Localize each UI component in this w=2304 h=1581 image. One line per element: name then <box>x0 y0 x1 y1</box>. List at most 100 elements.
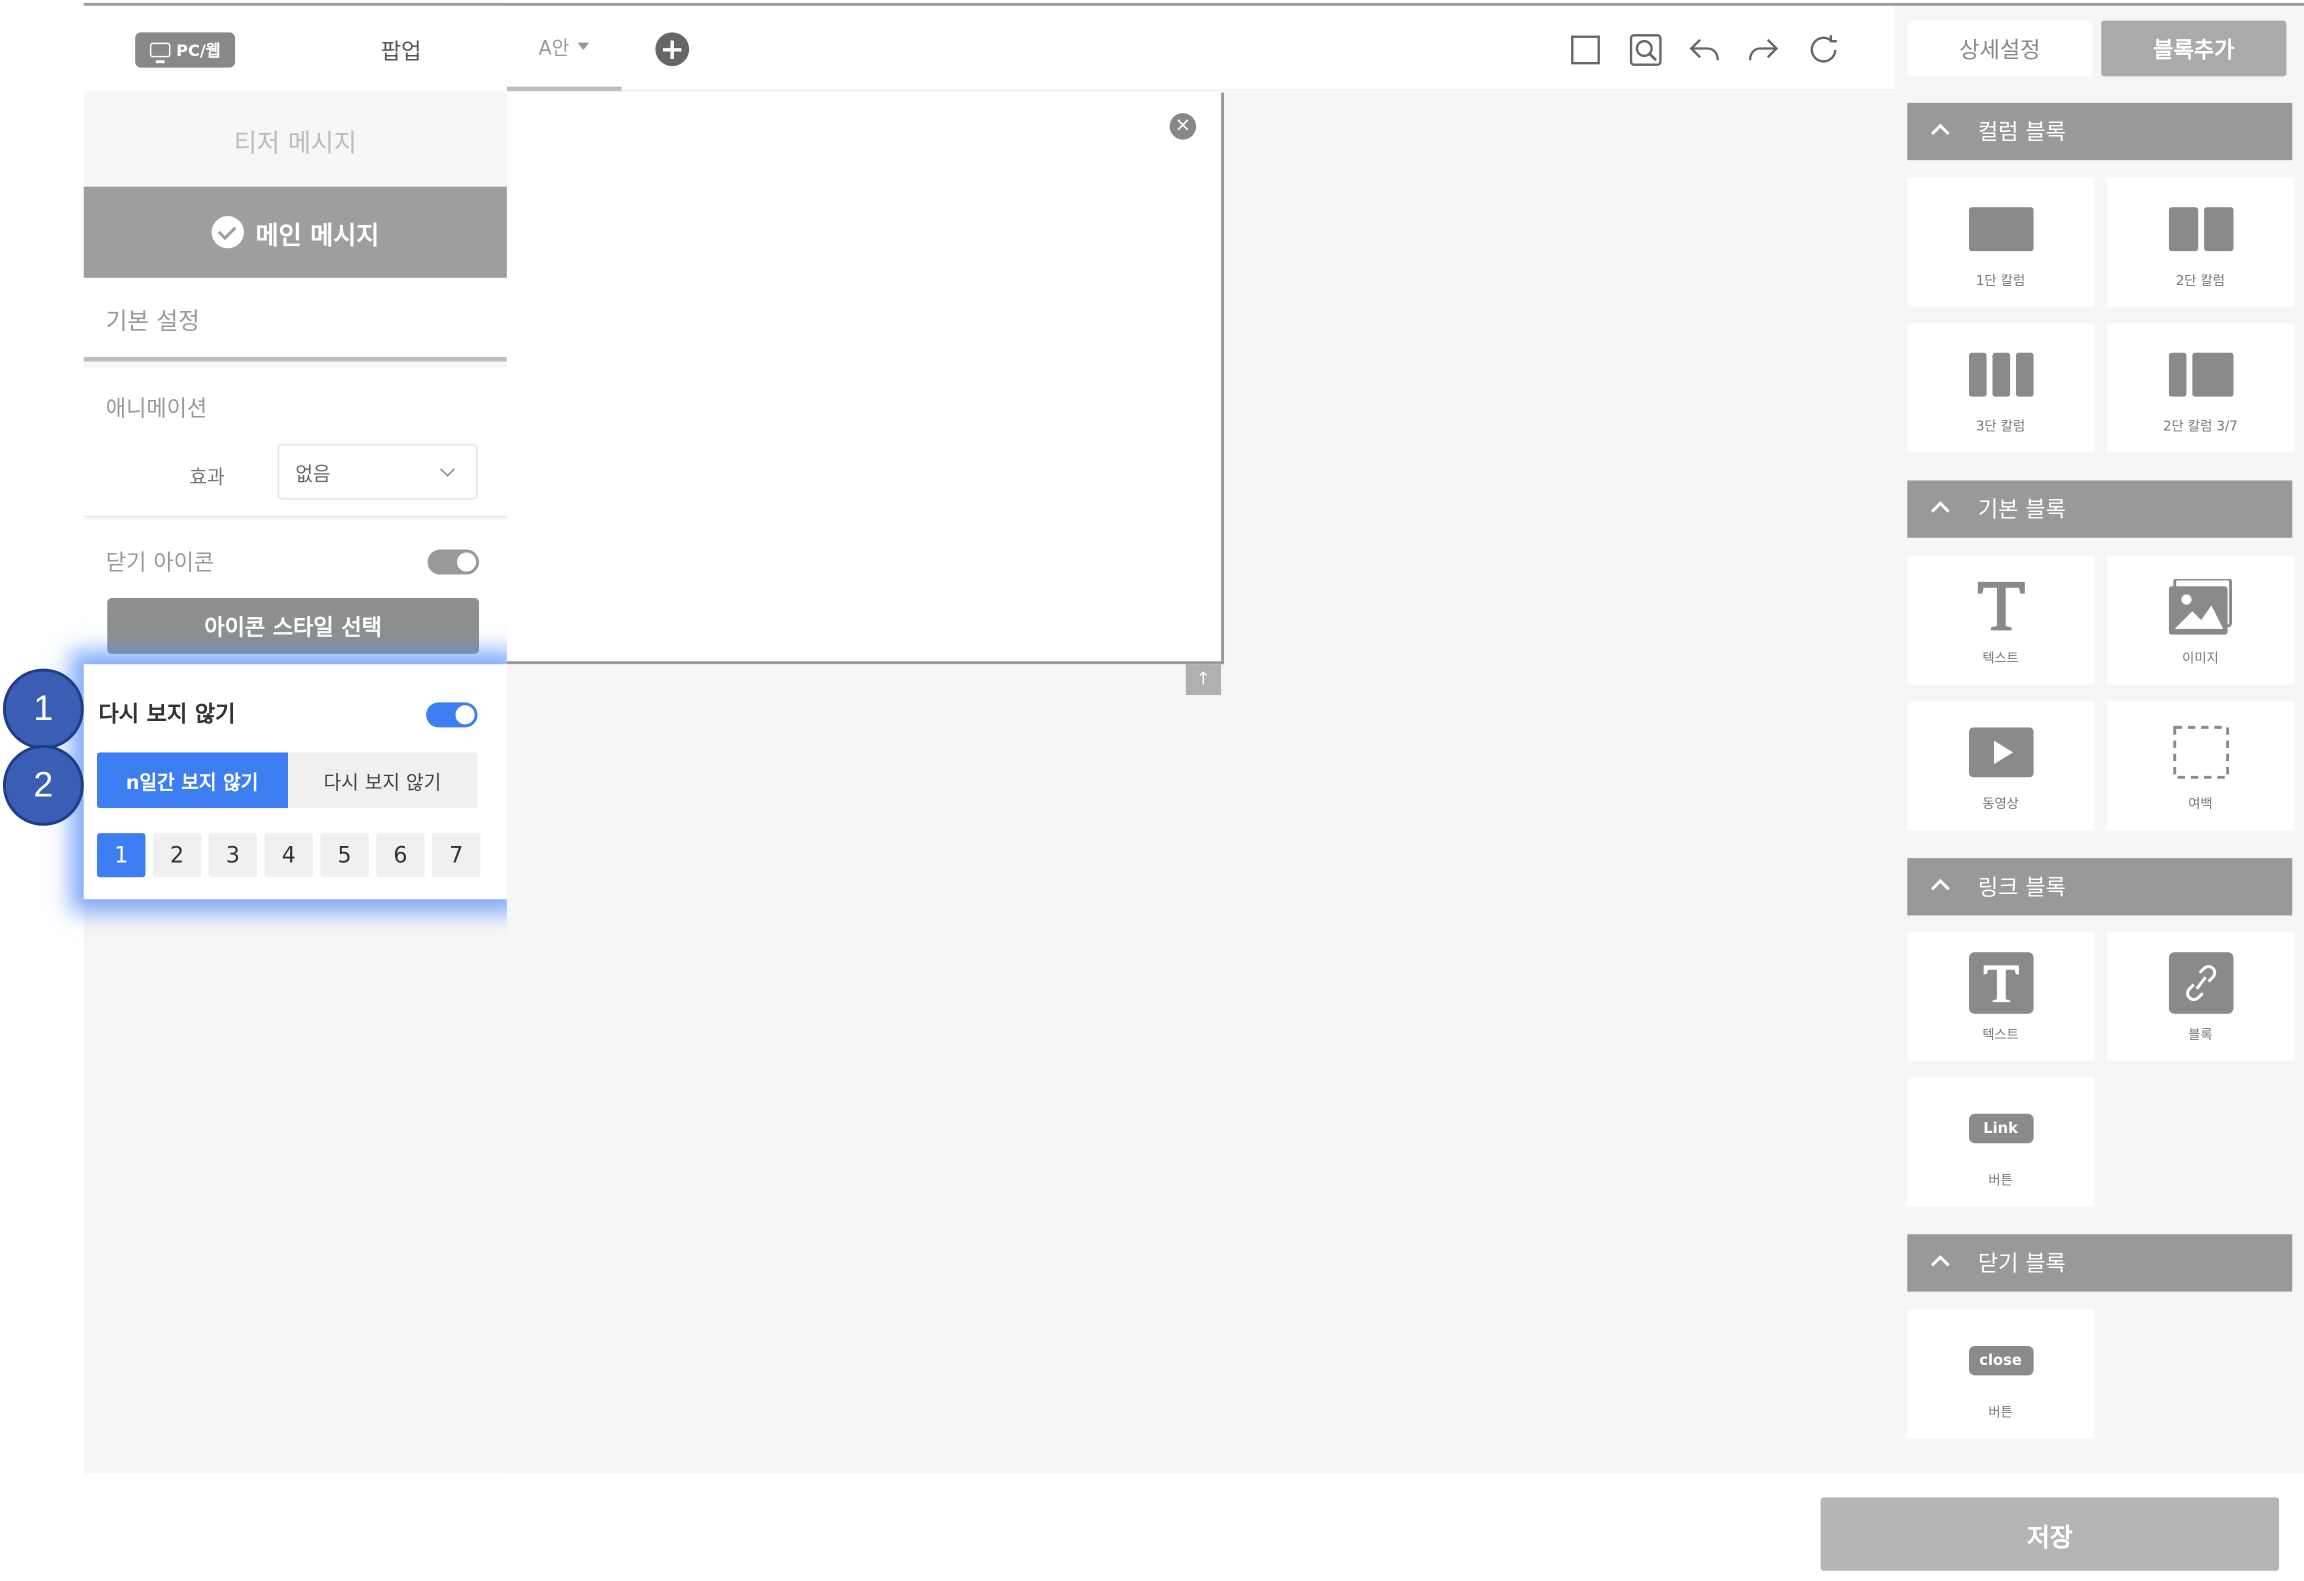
block-label: 2단 칼럼 3/7 <box>2163 420 2238 435</box>
block-video[interactable]: 동영상 <box>1907 700 2094 831</box>
section-title: 닫기 블록 <box>1977 1250 2066 1277</box>
tab-add-block[interactable]: 블록추가 <box>2101 20 2287 77</box>
block-image[interactable]: 이미지 <box>2107 555 2294 685</box>
square-icon[interactable] <box>1568 32 1603 67</box>
popup-preview[interactable]: × <box>506 92 1225 665</box>
three-column-icon <box>1968 352 2033 397</box>
link-block-header[interactable]: 링크 블록 <box>1907 858 2293 916</box>
chevron-up-icon <box>1930 501 1950 520</box>
block-label: 1단 칼럼 <box>1976 274 2026 290</box>
day-selector: 1 2 3 4 5 6 7 <box>96 833 482 878</box>
dont-show-toggle[interactable] <box>426 702 478 728</box>
tab-detail-settings[interactable]: 상세설정 <box>1907 20 2093 77</box>
close-block-button[interactable]: close 버튼 <box>1907 1309 2094 1439</box>
link-block-button[interactable]: Link 버튼 <box>1907 1077 2094 1207</box>
n-days-option[interactable]: n일간 보지 않기 <box>96 752 288 809</box>
undo-icon[interactable] <box>1687 32 1722 67</box>
two-column-3-7-icon <box>2168 352 2233 397</box>
block-label: 이미지 <box>2182 652 2219 668</box>
section-title: 링크 블록 <box>1977 874 2066 901</box>
annotation-badge-1: 1 <box>2 668 84 750</box>
block-2-column-3-7[interactable]: 2단 칼럼 3/7 <box>2107 323 2294 453</box>
day-option[interactable]: 2 <box>152 833 202 878</box>
chevron-up-icon <box>1930 878 1950 898</box>
close-block-header[interactable]: 닫기 블록 <box>1907 1234 2293 1292</box>
effect-select[interactable]: 없음 <box>277 443 478 500</box>
device-tab-label: PC/웹 <box>176 41 221 61</box>
chevron-up-icon <box>1930 1255 1950 1274</box>
annotation-badge-2: 2 <box>2 744 84 826</box>
popup-tab[interactable]: 팝업 <box>357 35 445 66</box>
day-option[interactable]: 5 <box>320 833 369 878</box>
check-circle-icon <box>211 216 244 249</box>
block-label: 동영상 <box>1982 797 2019 813</box>
basic-block-header[interactable]: 기본 블록 <box>1907 480 2293 538</box>
animation-title: 애니메이션 <box>105 395 208 422</box>
block-label: 여백 <box>2188 797 2213 813</box>
device-tab-pc-web[interactable]: PC/웹 <box>135 32 236 68</box>
close-icon[interactable]: × <box>1169 113 1197 140</box>
block-label: 3단 칼럼 <box>1976 420 2026 435</box>
dont-show-title: 다시 보지 않기 <box>98 700 236 728</box>
teaser-message-tab[interactable]: 티저 메시지 <box>84 94 507 185</box>
arrow-up-icon[interactable]: ↑ <box>1185 664 1222 696</box>
block-label: 버튼 <box>1988 1406 2013 1421</box>
right-panel: 상세설정 블록추가 컬럼 블록 1단 칼럼 2단 칼럼 3단 칼럼 2단 칼럼 … <box>1894 5 2304 1474</box>
block-label: 버튼 <box>1988 1174 2013 1189</box>
block-label: 블록 <box>2188 1028 2213 1044</box>
block-label: 텍스트 <box>1982 1028 2019 1044</box>
chevron-up-icon <box>1930 123 1950 143</box>
column-block-header[interactable]: 컬럼 블록 <box>1907 102 2293 161</box>
one-column-icon <box>1968 207 2033 252</box>
block-1-column[interactable]: 1단 칼럼 <box>1907 177 2094 308</box>
block-text[interactable]: 텍스트 <box>1907 555 2094 685</box>
zoom-icon[interactable] <box>1628 32 1663 67</box>
animation-section: 애니메이션 효과 없음 <box>83 367 507 518</box>
day-option[interactable]: 7 <box>432 833 481 878</box>
dashed-square-icon <box>2172 725 2229 779</box>
section-title: 기본 블록 <box>1977 496 2066 524</box>
block-spacer[interactable]: 여백 <box>2107 700 2294 831</box>
section-title: 컬럼 블록 <box>1977 119 2066 146</box>
left-header: PC/웹 팝업 <box>83 5 507 92</box>
close-icon-title: 닫기 아이콘 <box>105 549 215 577</box>
link-block-block[interactable]: 블록 <box>2107 931 2294 1061</box>
image-icon <box>2168 578 2232 635</box>
basic-settings-header[interactable]: 기본 설정 <box>83 279 507 362</box>
effect-select-value: 없음 <box>295 463 331 486</box>
chevron-down-icon <box>440 462 455 477</box>
two-column-icon <box>2168 207 2233 252</box>
refresh-icon[interactable] <box>1806 32 1841 67</box>
save-button[interactable]: 저장 <box>1820 1497 2280 1571</box>
link-block-text[interactable]: 텍스트 <box>1907 931 2094 1061</box>
close-icon-section: 닫기 아이콘 아이콘 스타일 선택 <box>83 520 507 668</box>
variant-tab-a[interactable]: A안 <box>506 6 622 92</box>
dont-show-again-section: 다시 보지 않기 n일간 보지 않기 다시 보지 않기 1 2 3 4 5 6 … <box>83 664 507 900</box>
close-badge-icon: close <box>1968 1345 2033 1376</box>
link-icon <box>2168 952 2233 1014</box>
block-label: 2단 칼럼 <box>2175 274 2225 290</box>
main-message-tab[interactable]: 메인 메시지 <box>83 186 507 278</box>
caret-down-icon <box>578 42 590 50</box>
link-text-icon <box>1968 952 2033 1014</box>
monitor-icon <box>149 42 171 64</box>
icon-style-button[interactable]: 아이콘 스타일 선택 <box>107 598 480 654</box>
text-icon <box>1977 581 2025 631</box>
plus-icon[interactable]: + <box>655 32 690 67</box>
block-label: 텍스트 <box>1982 652 2019 668</box>
redo-icon[interactable] <box>1746 32 1781 67</box>
day-option[interactable]: 1 <box>96 833 146 878</box>
link-badge-icon: Link <box>1968 1113 2033 1144</box>
close-icon-toggle[interactable] <box>427 549 480 575</box>
toggle-knob <box>455 705 475 725</box>
day-option[interactable]: 4 <box>264 833 313 878</box>
day-option[interactable]: 6 <box>376 833 425 878</box>
never-show-option[interactable]: 다시 보지 않기 <box>287 752 478 809</box>
dont-show-mode-segment: n일간 보지 않기 다시 보지 않기 <box>96 752 478 809</box>
main-message-label: 메인 메시지 <box>255 221 380 251</box>
block-2-column[interactable]: 2단 칼럼 <box>2107 177 2294 308</box>
day-option[interactable]: 3 <box>208 833 258 878</box>
block-3-column[interactable]: 3단 칼럼 <box>1907 323 2094 453</box>
play-icon <box>1968 727 2033 778</box>
toggle-knob <box>456 552 477 572</box>
